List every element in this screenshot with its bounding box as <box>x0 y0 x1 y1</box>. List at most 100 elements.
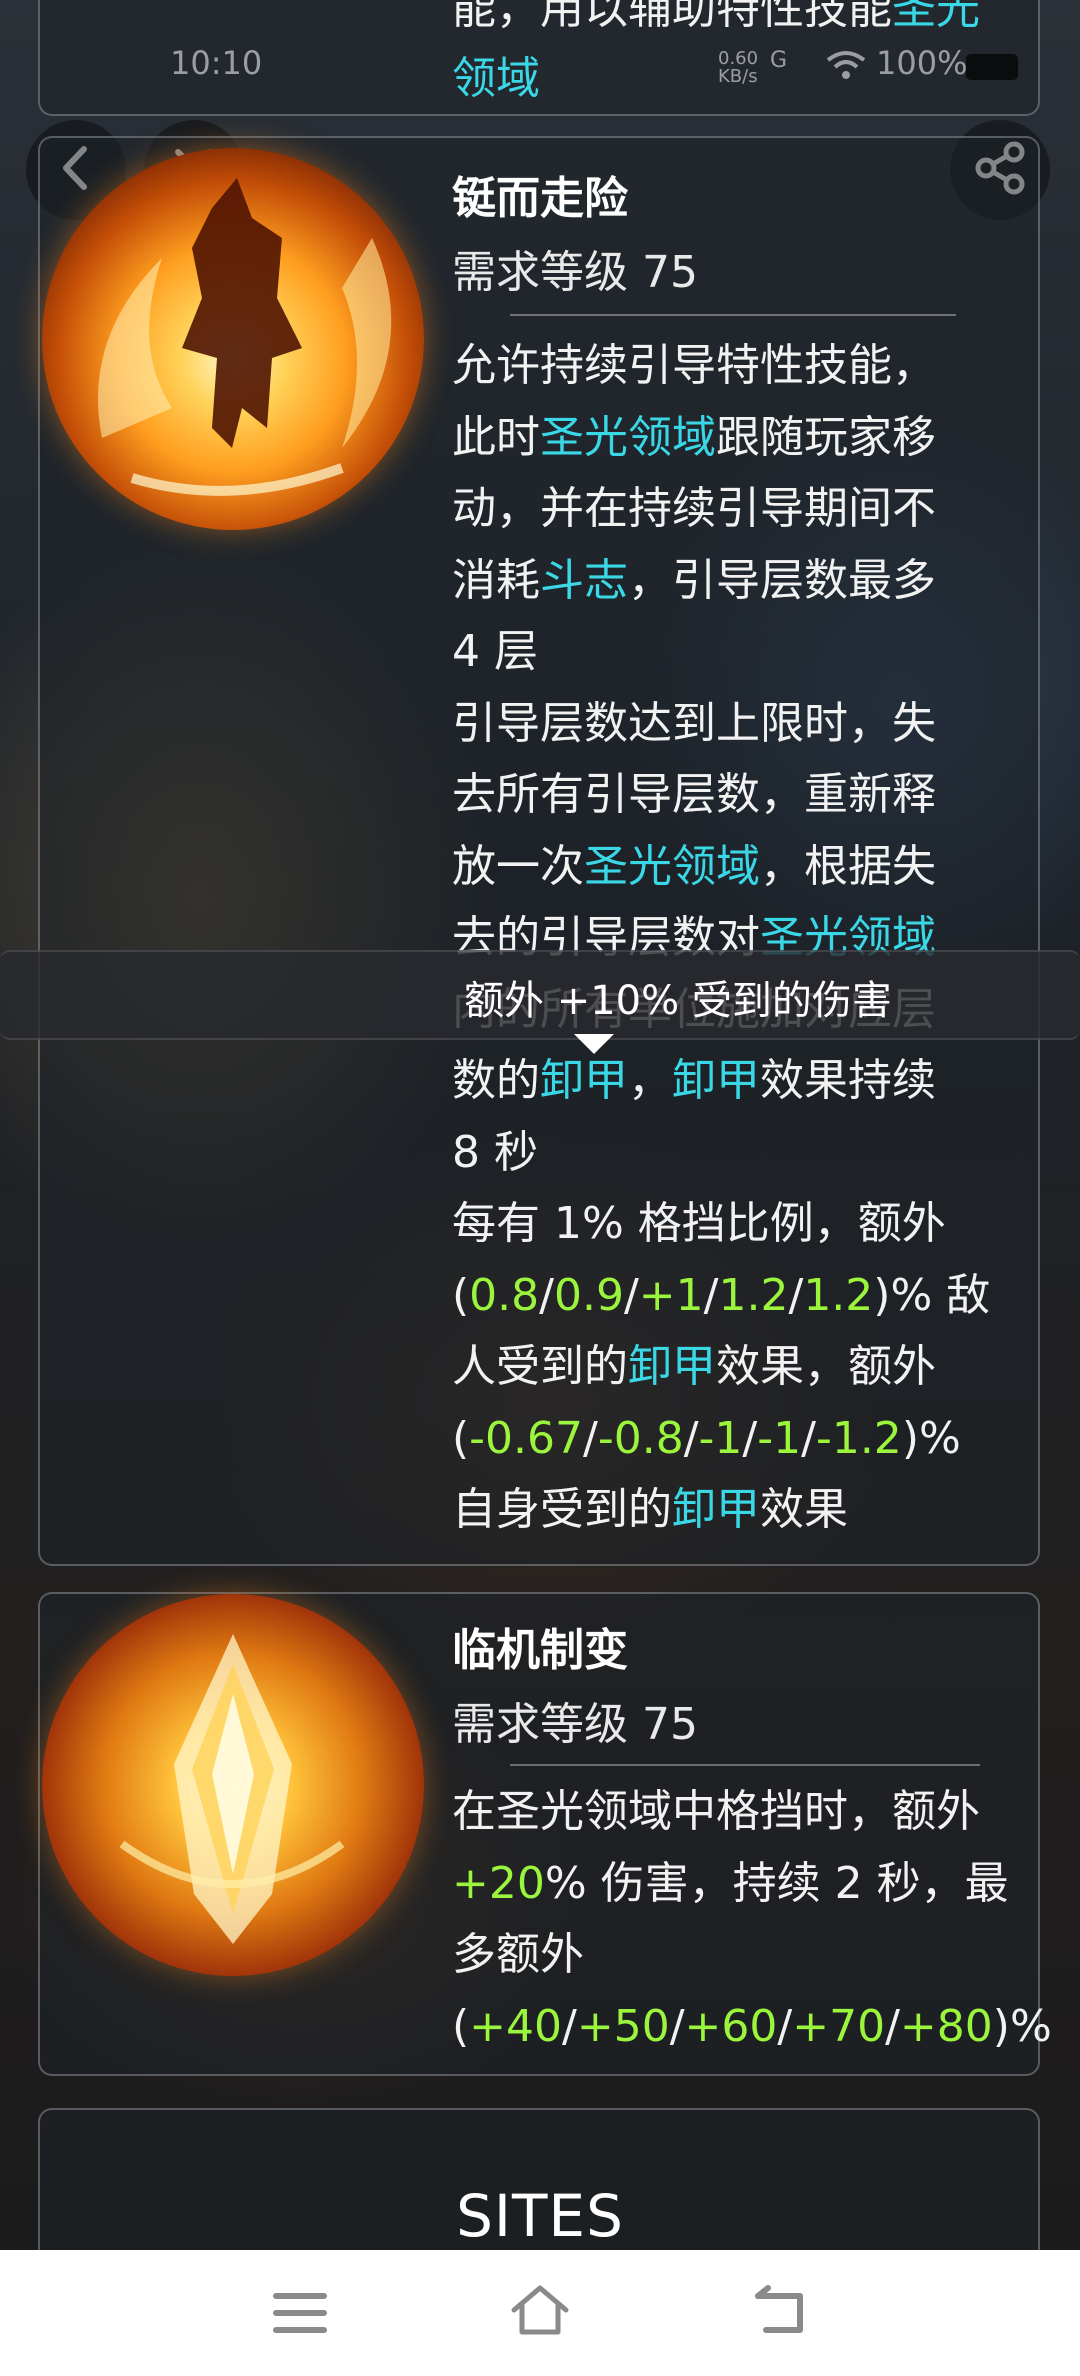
divider <box>510 314 956 316</box>
skill-description: 在圣光领域中格挡时，额外 +20% 伤害，持续 2 秒，最多额外 (+40/+50/… <box>452 1776 1052 2063</box>
description-line: 引导层数达到上限时，失 <box>452 688 1042 760</box>
description-line: 动，并在持续引导期间不 <box>452 473 1042 545</box>
skill-text: 效果 <box>760 1484 848 1535</box>
description-line: 在圣光领域中格挡时，额外 <box>452 1776 1042 1848</box>
description-line: 放一次圣光领域，根据失 <box>452 831 1042 903</box>
skill-text: ( <box>452 1269 470 1321</box>
skill-text: )% 敌 <box>873 1269 991 1321</box>
skill-text: / <box>623 1269 639 1321</box>
skill-text: / <box>885 2000 900 2052</box>
skill-text: 在圣光领域中格挡时，额外 <box>452 1786 980 1837</box>
skill-text: )% <box>901 1412 961 1464</box>
description-line: 此时圣光领域跟随玩家移 <box>452 402 1042 474</box>
skill-text: / <box>562 2000 577 2052</box>
skill-title: 铤而走险 <box>452 173 628 224</box>
skill-text: / <box>801 1412 816 1464</box>
skill-text: 效果，额外 <box>716 1341 936 1392</box>
skill-text: ，根据失 <box>760 840 936 892</box>
description-line: (0.8/0.9/+1/1.2/1.2)% 敌 <box>452 1260 1042 1332</box>
skill-value: +60 <box>684 2000 778 2052</box>
skill-value: +70 <box>792 2000 886 2052</box>
skill-text: / <box>777 2000 793 2052</box>
skill-text: 消耗 <box>452 554 540 606</box>
skill-text: 去所有引导层数，重新释 <box>452 769 936 820</box>
skill-keyword[interactable]: 圣光领域 <box>584 841 760 892</box>
skill-text: 能，用以辅助特性技能 <box>452 0 892 34</box>
skill-text: 放一次 <box>452 840 584 892</box>
description-line: 多额外 <box>452 1919 1042 1991</box>
nav-back-button[interactable] <box>750 2284 810 2340</box>
skill-text: 允许持续引导特性技能， <box>452 340 936 391</box>
skill-value: +80 <box>899 2000 993 2052</box>
skill-keyword: 圣光 <box>892 0 980 34</box>
skill-text: 此时 <box>452 411 540 463</box>
skill-keyword[interactable]: 卸甲 <box>540 1055 628 1106</box>
skill-text: 自身受到的 <box>452 1484 672 1535</box>
description-line: +20% 伤害，持续 2 秒，最 <box>452 1848 1042 1920</box>
skill-value: -1 <box>698 1412 743 1464</box>
skill-text: )% <box>992 2000 1052 2052</box>
nav-menu-button[interactable] <box>270 2286 330 2340</box>
skill-icon-daring <box>42 148 424 530</box>
description-line: 每有 1% 格挡比例，额外 <box>452 1188 1042 1260</box>
skill-value: -1 <box>757 1412 802 1464</box>
skill-text: 数的 <box>452 1055 540 1106</box>
home-icon <box>508 2285 572 2344</box>
skill-value: +1 <box>638 1269 704 1321</box>
sites-heading: SITES <box>456 2182 624 2250</box>
skill-keyword: 领域 <box>452 53 540 104</box>
skill-keyword[interactable]: 卸甲 <box>672 1484 760 1535</box>
skill-text: / <box>583 1412 598 1464</box>
tooltip-text: 额外 +10% 受到的伤害 <box>464 978 892 1024</box>
skill-value: -0.67 <box>469 1412 584 1464</box>
skill-text: / <box>669 2000 685 2052</box>
skill-text: 效果持续 <box>760 1055 936 1106</box>
status-time: 10:10 <box>170 44 263 82</box>
skill-description: 允许持续引导特性技能， 此时圣光领域跟随玩家移 动，并在持续引导期间不 消耗斗志，引导… <box>452 330 1042 1546</box>
description-line: 去所有引导层数，重新释 <box>452 759 1042 831</box>
divider <box>510 1764 980 1766</box>
skill-value: 0.9 <box>553 1269 624 1321</box>
value-tooltip: 额外 +10% 受到的伤害 <box>0 950 1080 1040</box>
back-icon <box>750 2285 810 2344</box>
status-signal: G <box>770 48 788 73</box>
skill-text: 跟随玩家移 <box>716 411 936 463</box>
description-line: (+40/+50/+60/+70/+80)% <box>452 1991 1052 2063</box>
skill-keyword[interactable]: 斗志 <box>540 555 628 606</box>
skill-value: +40 <box>469 2000 563 2052</box>
description-line: 4 层 <box>452 616 1042 688</box>
skill-value: 1.2 <box>803 1269 874 1321</box>
skill-text: ，引导层数最多 <box>628 554 936 606</box>
skill-text: / <box>703 1269 719 1321</box>
skill-keyword[interactable]: 卸甲 <box>628 1341 716 1392</box>
skill-text: 动，并在持续引导期间不 <box>452 483 936 534</box>
status-battery: 100% <box>876 44 968 82</box>
skill-text: 人受到的 <box>452 1341 628 1392</box>
skill-text: % 伤害，持续 2 秒，最 <box>544 1857 1009 1909</box>
skill-title: 临机制变 <box>452 1625 628 1676</box>
skill-text: 多额外 <box>452 1929 584 1980</box>
description-line: 数的卸甲，卸甲效果持续 <box>452 1045 1042 1117</box>
skill-text: 8 秒 <box>452 1126 538 1178</box>
skill-requirement: 需求等级 75 <box>452 1699 698 1750</box>
skill-icon-adapt <box>42 1594 424 1976</box>
skill-value: +20 <box>452 1857 545 1909</box>
skill-value: -1.2 <box>815 1412 902 1464</box>
skill-value: +50 <box>576 2000 670 2052</box>
skill-keyword[interactable]: 卸甲 <box>672 1055 760 1106</box>
nav-home-button[interactable] <box>508 2280 572 2340</box>
skill-text: / <box>788 1269 804 1321</box>
description-line: 8 秒 <box>452 1117 1042 1189</box>
description-line: 允许持续引导特性技能， <box>452 330 1042 402</box>
system-nav-bar <box>0 2250 1080 2376</box>
skill-keyword[interactable]: 圣光领域 <box>540 412 716 463</box>
skill-text: 每有 1% 格挡比例，额外 <box>452 1198 946 1249</box>
skill-text: / <box>683 1412 699 1464</box>
tooltip-pointer <box>574 1034 614 1054</box>
description-line: 自身受到的卸甲效果 <box>452 1474 1042 1546</box>
skill-text: 4 层 <box>452 626 538 677</box>
skill-requirement: 需求等级 75 <box>452 247 698 298</box>
description-line: (-0.67/-0.8/-1/-1/-1.2)% <box>452 1403 1042 1475</box>
skill-value: -0.8 <box>597 1412 684 1464</box>
skill-text: ( <box>452 1412 470 1464</box>
